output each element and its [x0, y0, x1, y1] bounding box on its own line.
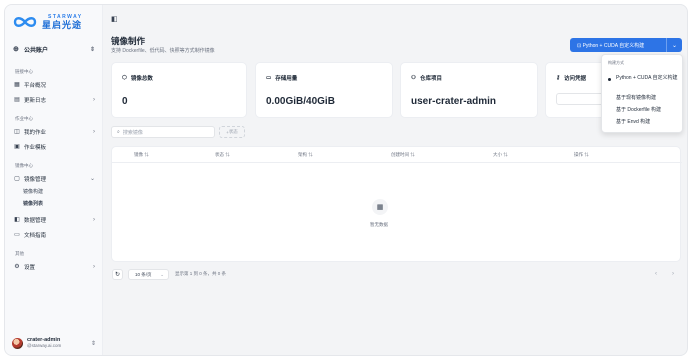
sidebar-item-label: 作业模板: [24, 144, 47, 151]
image-icon: ▢: [14, 176, 20, 182]
chevron-right-icon: ›: [93, 263, 95, 270]
stat-value: 0.00GiB/40GiB: [266, 96, 335, 107]
stat-label: 存储用量: [275, 76, 298, 82]
menu-item-from-image[interactable]: 基于现有镜像构建: [616, 95, 656, 102]
sidebar-toggle-icon[interactable]: ◧: [111, 15, 118, 23]
sidebar-group-label: 链接中心: [15, 69, 33, 74]
search-input[interactable]: ⌕ 搜索镜像: [111, 126, 215, 138]
sidebar-group-label: 其他: [15, 251, 24, 256]
stat-label: 仓库项目: [419, 76, 442, 82]
template-icon: ▣: [14, 144, 20, 150]
stat-card-storage: ▭ 存储用量 0.00GiB/40GiB: [255, 62, 393, 118]
empty-table-icon: ▦: [372, 199, 388, 215]
storage-icon: ▭: [266, 75, 272, 81]
package-icon: ⬡: [122, 75, 127, 81]
team-label: 公共账户: [24, 47, 49, 54]
chevron-down-icon[interactable]: ⌄: [666, 38, 682, 52]
filter-label: 状态: [228, 129, 238, 134]
build-method-menu: 构建方式 Python + CUDA 自定义构建 基于现有镜像构建 基于 Doc…: [601, 54, 683, 133]
sidebar-subitem-image-list[interactable]: 镜像列表: [23, 200, 43, 207]
stat-value: 0: [122, 96, 128, 107]
sidebar-item-docs[interactable]: ▭ 文档指南: [13, 229, 95, 240]
custom-build-label: Python + CUDA 自定义构建: [582, 42, 645, 49]
sidebar-item-overview[interactable]: ▦ 平台概况: [13, 79, 95, 90]
database-icon: ◧: [14, 217, 20, 223]
dashboard-icon: ▦: [14, 82, 20, 88]
pagination-summary: 显示第 1 到 0 条，共 0 条: [175, 271, 227, 276]
sidebar-group-label: 作业中心: [15, 116, 33, 121]
sidebar-item-label: 更新日志: [24, 97, 47, 104]
table-header: 镜像 ⇅ 状态 ⇅ 架构 ⇅ 创建时间 ⇅ 大小 ⇅ 操作 ⇅: [112, 147, 682, 163]
chevron-right-icon: ›: [93, 96, 95, 103]
page-subtitle: 支持 Dockerfile、低代码、快照等方式制作镜像: [111, 48, 215, 54]
brand-logo[interactable]: STARWAY 星启光途: [11, 14, 83, 30]
stat-card-repo: ⚇ 仓库项目 user-crater-admin: [400, 62, 538, 118]
status-filter-button[interactable]: + 状态: [219, 126, 245, 138]
column-header[interactable]: 操作 ⇅: [574, 152, 589, 158]
search-placeholder: 搜索镜像: [122, 129, 143, 136]
sidebar-item-label: 数据管理: [24, 217, 47, 224]
page-size-value: 10 条/页: [135, 271, 152, 277]
team-icon: ⊕: [13, 45, 19, 53]
stat-value: user-crater-admin: [411, 96, 497, 107]
stat-label: 访问凭据: [564, 76, 587, 82]
gear-icon: ⚙: [14, 264, 20, 270]
refresh-icon: ↻: [114, 272, 121, 278]
sidebar-item-label: 文档指南: [24, 232, 47, 239]
next-page-button[interactable]: ›: [672, 271, 674, 277]
sidebar-item-image-management[interactable]: ▢ 镜像管理 ⌄: [13, 173, 95, 184]
custom-build-button[interactable]: ⊡ Python + CUDA 自定义构建 ⌄: [570, 38, 682, 52]
empty-message: 暂无数据: [370, 222, 388, 227]
chevron-updown-icon: ⇕: [89, 46, 95, 53]
selected-dot-icon: [608, 78, 611, 81]
sidebar: STARWAY 星启光途 ⊕ 公共账户 ⇕ 链接中心 ▦ 平台概况 ▤ 更新日志…: [5, 5, 103, 355]
page-size-select[interactable]: 10 条/页 ⌄: [128, 269, 169, 280]
sidebar-item-my-jobs[interactable]: ◫ 我的作业 ›: [13, 126, 95, 137]
prev-page-button[interactable]: ‹: [655, 271, 657, 277]
user-email: @starway.ai.com: [27, 343, 62, 348]
chevron-right-icon: ›: [93, 128, 95, 135]
refresh-button[interactable]: ↻: [112, 269, 123, 280]
app-window: STARWAY 星启光途 ⊕ 公共账户 ⇕ 链接中心 ▦ 平台概况 ▤ 更新日志…: [4, 4, 688, 356]
cube-icon: ◫: [14, 129, 20, 135]
chevron-down-icon: ⌄: [89, 176, 95, 182]
user-icon: ⚇: [411, 75, 416, 81]
sidebar-item-label: 我的作业: [24, 129, 47, 136]
column-header[interactable]: 创建时间 ⇅: [391, 152, 415, 158]
sidebar-item-data-management[interactable]: ◧ 数据管理 ›: [13, 214, 95, 225]
menu-header: 构建方式: [608, 60, 624, 65]
sidebar-item-changelog[interactable]: ▤ 更新日志 ›: [13, 94, 95, 105]
chevron-updown-icon: ⇕: [90, 340, 96, 347]
brand-name-cn: 星启光途: [42, 20, 83, 30]
sidebar-item-job-templates[interactable]: ▣ 作业模板: [13, 141, 95, 152]
menu-item-dockerfile[interactable]: 基于 Dockerfile 构建: [616, 107, 661, 114]
book-icon: ▤: [14, 97, 20, 103]
logo-icon: [13, 17, 37, 27]
sidebar-item-label: 镜像管理: [24, 176, 47, 183]
key-icon: ⚷: [556, 75, 561, 81]
column-header[interactable]: 大小 ⇅: [493, 152, 508, 158]
chevron-right-icon: ›: [93, 216, 95, 223]
stat-card-image-count: ⬡ 镜像总数 0: [111, 62, 247, 118]
search-icon: ⌕: [117, 129, 120, 135]
sidebar-group-label: 镜像中心: [15, 163, 33, 168]
column-header[interactable]: 镜像 ⇅: [134, 152, 149, 158]
avatar: [12, 337, 23, 349]
sidebar-item-settings[interactable]: ⚙ 设置 ›: [13, 261, 95, 272]
image-table: 镜像 ⇅ 状态 ⇅ 架构 ⇅ 创建时间 ⇅ 大小 ⇅ 操作 ⇅ ▦ 暂无数据: [111, 146, 682, 262]
folder-icon: ▭: [14, 232, 20, 238]
chevron-down-icon: ⌄: [160, 271, 164, 277]
team-switcher[interactable]: ⊕ 公共账户 ⇕: [13, 43, 95, 55]
page-title: 镜像制作: [111, 36, 146, 46]
user-menu[interactable]: crater-admin @starway.ai.com ⇕: [12, 335, 96, 351]
column-header[interactable]: 架构 ⇅: [298, 152, 313, 158]
column-header[interactable]: 状态 ⇅: [215, 152, 230, 158]
menu-item-python-cuda[interactable]: Python + CUDA 自定义构建: [616, 75, 678, 82]
sidebar-subitem-image-build[interactable]: 镜像构建: [23, 188, 43, 195]
stat-label: 镜像总数: [130, 76, 153, 82]
menu-item-envd[interactable]: 基于 Envd 构建: [616, 119, 650, 126]
sidebar-item-label: 设置: [24, 264, 36, 271]
sidebar-item-label: 平台概况: [24, 82, 47, 89]
